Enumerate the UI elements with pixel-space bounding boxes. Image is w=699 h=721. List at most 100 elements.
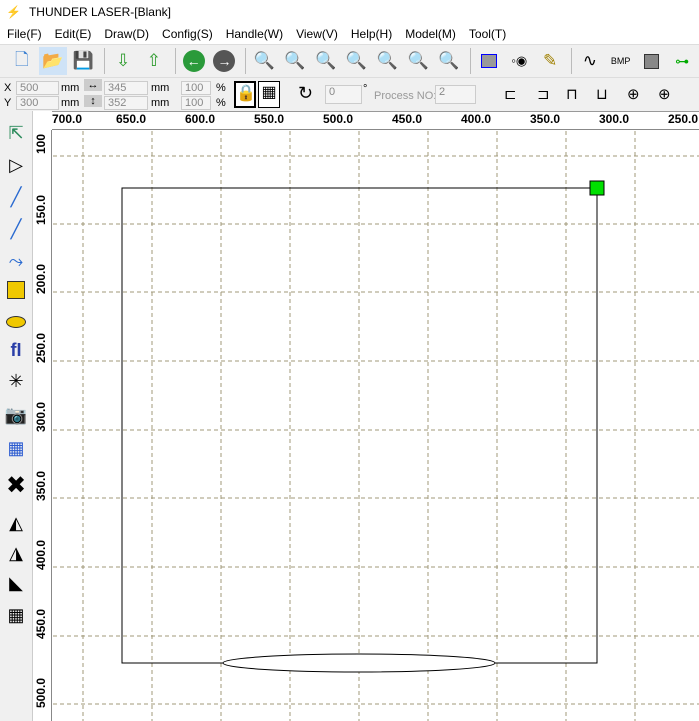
align-hcenter-icon[interactable]: ⊕ (627, 85, 640, 103)
dot-icon[interactable]: ✳ (2, 367, 30, 395)
mirror-h-icon[interactable]: ◭ (2, 509, 30, 537)
align-right-icon[interactable]: ⊐ (537, 85, 550, 103)
window-title: THUNDER LASER-[Blank] (29, 5, 171, 19)
scale-y-field[interactable]: 100 (181, 96, 211, 110)
ruler-label: 600.0 (185, 112, 215, 126)
zoom-page-icon[interactable]: 🔍 (343, 47, 371, 75)
separator (175, 48, 176, 74)
app-logo-icon: ⚡ (6, 5, 21, 19)
separator (470, 48, 471, 74)
anchor-grid-icon[interactable]: ▦ (258, 81, 280, 108)
separator (571, 48, 572, 74)
menu-help[interactable]: Help(H) (351, 27, 392, 41)
menu-view[interactable]: View(V) (296, 27, 338, 41)
import-icon[interactable]: ⇩ (109, 47, 137, 75)
edit-path-icon[interactable]: ✎ (536, 47, 564, 75)
zoom-out-icon[interactable]: 🔍 (312, 47, 340, 75)
zoom-grid-icon[interactable]: 🔍 (373, 47, 401, 75)
width-unit: mm (151, 82, 169, 94)
width-icon: ↔ (84, 79, 102, 91)
save-icon[interactable]: 💾 (70, 47, 98, 75)
align-left-icon[interactable]: ⊏ (504, 85, 517, 103)
ruler-label: 650.0 (116, 112, 146, 126)
ruler-label: 700.0 (52, 112, 82, 126)
ruler-label: 400.0 (461, 112, 491, 126)
ruler-label: 350.0 (34, 471, 48, 501)
scale-x-field[interactable]: 100 (181, 81, 211, 95)
selection-handle[interactable] (590, 181, 604, 195)
ruler-label: 550.0 (254, 112, 284, 126)
grid-array-icon[interactable]: ▦ (2, 601, 30, 629)
y-label: Y (4, 97, 11, 109)
text-icon[interactable]: fI (2, 336, 30, 364)
undo-icon[interactable]: ← (180, 47, 208, 75)
frame-icon[interactable] (475, 47, 503, 75)
grid (53, 131, 699, 721)
rectangle-icon[interactable] (2, 276, 30, 304)
ruler-label: 200.0 (34, 264, 48, 294)
align-top-icon[interactable]: ⊓ (566, 85, 578, 103)
laser-head-icon[interactable]: ◦◉ (505, 47, 533, 75)
separator (245, 48, 246, 74)
height-field[interactable]: 352 (104, 96, 148, 110)
new-file-icon[interactable]: 🗋 (8, 47, 36, 75)
ruler-label: 250.0 (34, 333, 48, 363)
zoom-select-icon[interactable]: 🔍 (435, 47, 463, 75)
process-label: Process NO: (374, 90, 436, 102)
menu-tool[interactable]: Tool(T) (469, 27, 506, 41)
ruler-label: 450.0 (34, 609, 48, 639)
delete-icon[interactable]: ✖ (2, 471, 30, 499)
rotate-icon: ↻ (298, 83, 313, 104)
zoom-pan-icon[interactable]: 🔍 (250, 47, 278, 75)
x-field[interactable]: 500 (16, 81, 59, 95)
zoom-all-icon[interactable]: 🔍 (404, 47, 432, 75)
bmp-icon[interactable]: BMP (607, 47, 635, 75)
process-no-field[interactable]: 2 (435, 85, 476, 104)
polyline-icon[interactable]: ╱ (2, 215, 30, 243)
ellipse-shape[interactable] (223, 654, 495, 672)
draw-toolbar: ⇱ ▷ ╱ ╱ ⤳ fI ✳ 📷 ▦ ✖ ◭ ◮ ◣ ▦ (0, 111, 33, 721)
mirror-v-icon[interactable]: ◮ (2, 539, 30, 567)
curve-icon[interactable]: ∿ (576, 47, 604, 75)
vertical-ruler: 100 150.0 200.0 250.0 300.0 350.0 400.0 … (33, 130, 52, 721)
align-vcenter-icon[interactable]: ⊕ (658, 85, 671, 103)
main-toolbar: 🗋 📂 💾 ⇩ ⇧ ← → 🔍 🔍 🔍 🔍 🔍 🔍 🔍 ◦◉ ✎ ∿ BMP ⊶ (0, 44, 699, 77)
angle-field[interactable]: 0 (325, 85, 362, 104)
ruler-label: 100 (34, 134, 48, 154)
menu-draw[interactable]: Draw(D) (104, 27, 149, 41)
y-unit: mm (61, 97, 79, 109)
align-bottom-icon[interactable]: ⊔ (596, 85, 608, 103)
lock-ratio-icon[interactable]: 🔒 (234, 81, 256, 108)
menu-handle[interactable]: Handle(W) (226, 27, 283, 41)
pct-label: % (216, 82, 226, 94)
x-unit: mm (61, 82, 79, 94)
open-folder-icon[interactable]: 📂 (39, 47, 67, 75)
array-icon[interactable]: ▦ (2, 434, 30, 462)
height-icon: ↕ (84, 95, 102, 107)
ellipse-icon[interactable] (2, 308, 30, 336)
export-icon[interactable]: ⇧ (140, 47, 168, 75)
node-icon[interactable]: ⊶ (668, 47, 696, 75)
zoom-in-icon[interactable]: 🔍 (281, 47, 309, 75)
node-edit-icon[interactable]: ▷ (2, 151, 30, 179)
ruler-label: 400.0 (34, 540, 48, 570)
line-icon[interactable]: ╱ (2, 183, 30, 211)
redo-icon[interactable]: → (211, 47, 239, 75)
curve-draw-icon[interactable]: ⤳ (2, 247, 30, 275)
width-field[interactable]: 345 (104, 81, 148, 95)
height-unit: mm (151, 97, 169, 109)
separator (104, 48, 105, 74)
menu-edit[interactable]: Edit(E) (55, 27, 92, 41)
drawing-canvas[interactable] (53, 131, 699, 721)
menu-config[interactable]: Config(S) (162, 27, 213, 41)
position-icon[interactable]: ◣ (2, 569, 30, 597)
horizontal-ruler: 700.0 650.0 600.0 550.0 500.0 450.0 400.… (52, 111, 699, 130)
fill-icon[interactable] (637, 47, 665, 75)
select-icon[interactable]: ⇱ (2, 119, 30, 147)
menu-file[interactable]: File(F) (7, 27, 42, 41)
y-field[interactable]: 300 (16, 96, 59, 110)
menu-model[interactable]: Model(M) (405, 27, 456, 41)
title-bar: ⚡ THUNDER LASER-[Blank] (0, 0, 699, 24)
property-toolbar: X Y 500 300 mm mm ↔ ↕ 345 352 mm mm 100 … (0, 77, 699, 111)
camera-icon[interactable]: 📷 (2, 401, 30, 429)
